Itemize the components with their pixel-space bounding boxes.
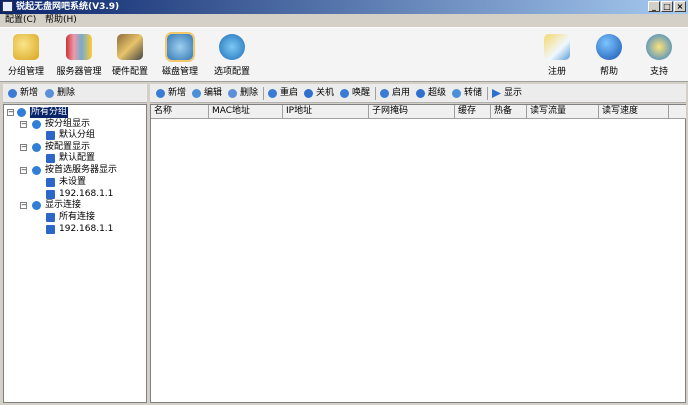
group-node-icon bbox=[17, 108, 26, 117]
edit-button[interactable]: 编辑 bbox=[192, 87, 222, 100]
shutdown-button[interactable]: 关机 bbox=[304, 87, 334, 100]
column-cache[interactable]: 缓存 bbox=[455, 105, 491, 118]
title-bar: 锐起无盘网吧系统(V3.9) _ □ × bbox=[0, 0, 688, 14]
column-subnet[interactable]: 子网掩码 bbox=[369, 105, 455, 118]
computer-icon bbox=[46, 178, 55, 187]
minimize-button[interactable]: _ bbox=[648, 1, 660, 12]
group-manage-button[interactable]: 分组管理 bbox=[6, 34, 46, 77]
restart-button[interactable]: 重启 bbox=[268, 87, 298, 100]
group-node-icon bbox=[32, 166, 41, 175]
enable-button[interactable]: 启用 bbox=[380, 87, 410, 100]
collapse-toggle-by-server[interactable]: − bbox=[20, 167, 27, 174]
enable-icon bbox=[380, 89, 389, 98]
wake-button[interactable]: 唤醒 bbox=[340, 87, 370, 100]
menu-bar: 配置(C) 帮助(H) bbox=[0, 14, 688, 27]
maximize-button[interactable]: □ bbox=[661, 1, 673, 12]
shutdown-icon bbox=[304, 89, 313, 98]
computer-icon bbox=[46, 190, 55, 199]
group-tree[interactable]: − 所有分组 − 按分组显示 默认分组 − 按配置显示 默认配置 − 按首选服务… bbox=[3, 104, 147, 403]
group-node-icon bbox=[32, 120, 41, 129]
add-button[interactable]: 新增 bbox=[156, 87, 186, 100]
column-rw-speed[interactable]: 读写速度 bbox=[599, 105, 669, 118]
server-icon bbox=[66, 34, 92, 60]
tree-toolbar: 新增 删除 bbox=[3, 84, 147, 103]
edit-icon bbox=[192, 89, 201, 98]
close-button[interactable]: × bbox=[674, 1, 686, 12]
tree-delete-button[interactable]: 删除 bbox=[45, 87, 75, 100]
computer-icon bbox=[46, 131, 55, 140]
collapse-root-toggle[interactable]: − bbox=[7, 109, 14, 116]
super-icon bbox=[416, 89, 425, 98]
computer-icon bbox=[46, 213, 55, 222]
support-icon bbox=[646, 34, 672, 60]
wake-icon bbox=[340, 89, 349, 98]
dump-button[interactable]: 转储 bbox=[452, 87, 482, 100]
display-icon bbox=[492, 89, 501, 98]
toolbar-separator bbox=[375, 87, 376, 100]
app-icon bbox=[2, 1, 13, 12]
collapse-toggle-by-config[interactable]: − bbox=[20, 144, 27, 151]
options-config-button[interactable]: 选项配置 bbox=[210, 34, 254, 77]
options-icon bbox=[219, 34, 245, 60]
main-toolbar: 分组管理 服务器管理 硬件配置 磁盘管理 选项配置 注册 帮助 支持 bbox=[0, 27, 688, 82]
collapse-toggle-connections[interactable]: − bbox=[20, 202, 27, 209]
display-button[interactable]: 显示 bbox=[492, 87, 522, 100]
menu-config[interactable]: 配置(C) bbox=[5, 15, 36, 26]
toolbar-separator bbox=[487, 87, 488, 100]
hardware-config-button[interactable]: 硬件配置 bbox=[110, 34, 150, 77]
dump-icon bbox=[452, 89, 461, 98]
tree-add-button[interactable]: 新增 bbox=[8, 87, 38, 100]
restart-icon bbox=[268, 89, 277, 98]
help-button[interactable]: 帮助 bbox=[592, 34, 626, 77]
computer-icon bbox=[46, 225, 55, 234]
column-rw-traffic[interactable]: 读写流量 bbox=[527, 105, 599, 118]
register-icon bbox=[544, 34, 570, 60]
computer-list[interactable]: 名称 MAC地址 IP地址 子网掩码 缓存 热备 读写流量 读写速度 bbox=[150, 104, 686, 403]
delete-icon bbox=[228, 89, 237, 98]
column-ip[interactable]: IP地址 bbox=[283, 105, 369, 118]
hardware-icon bbox=[117, 34, 143, 60]
delete-icon bbox=[45, 89, 54, 98]
delete-button[interactable]: 删除 bbox=[228, 87, 258, 100]
group-node-icon bbox=[32, 201, 41, 210]
super-button[interactable]: 超级 bbox=[416, 87, 446, 100]
column-hot-backup[interactable]: 热备 bbox=[491, 105, 527, 118]
support-button[interactable]: 支持 bbox=[642, 34, 676, 77]
column-name[interactable]: 名称 bbox=[151, 105, 209, 118]
add-icon bbox=[156, 89, 165, 98]
computer-icon bbox=[46, 154, 55, 163]
window-title: 锐起无盘网吧系统(V3.9) bbox=[16, 2, 120, 12]
disk-manage-button[interactable]: 磁盘管理 bbox=[160, 34, 200, 77]
menu-help[interactable]: 帮助(H) bbox=[45, 15, 77, 26]
server-manage-button[interactable]: 服务器管理 bbox=[53, 34, 105, 77]
collapse-toggle-by-group[interactable]: − bbox=[20, 121, 27, 128]
add-icon bbox=[8, 89, 17, 98]
toolbar-separator bbox=[263, 87, 264, 100]
help-icon bbox=[596, 34, 622, 60]
register-button[interactable]: 注册 bbox=[540, 34, 574, 77]
computer-toolbar: 新增 编辑 删除 重启 关机 唤醒 启用 超级 转储 显示 bbox=[150, 84, 686, 103]
group-icon bbox=[13, 34, 39, 60]
group-node-icon bbox=[32, 143, 41, 152]
column-mac[interactable]: MAC地址 bbox=[209, 105, 283, 118]
disk-icon bbox=[167, 34, 193, 60]
table-header: 名称 MAC地址 IP地址 子网掩码 缓存 热备 读写流量 读写速度 bbox=[151, 105, 686, 119]
